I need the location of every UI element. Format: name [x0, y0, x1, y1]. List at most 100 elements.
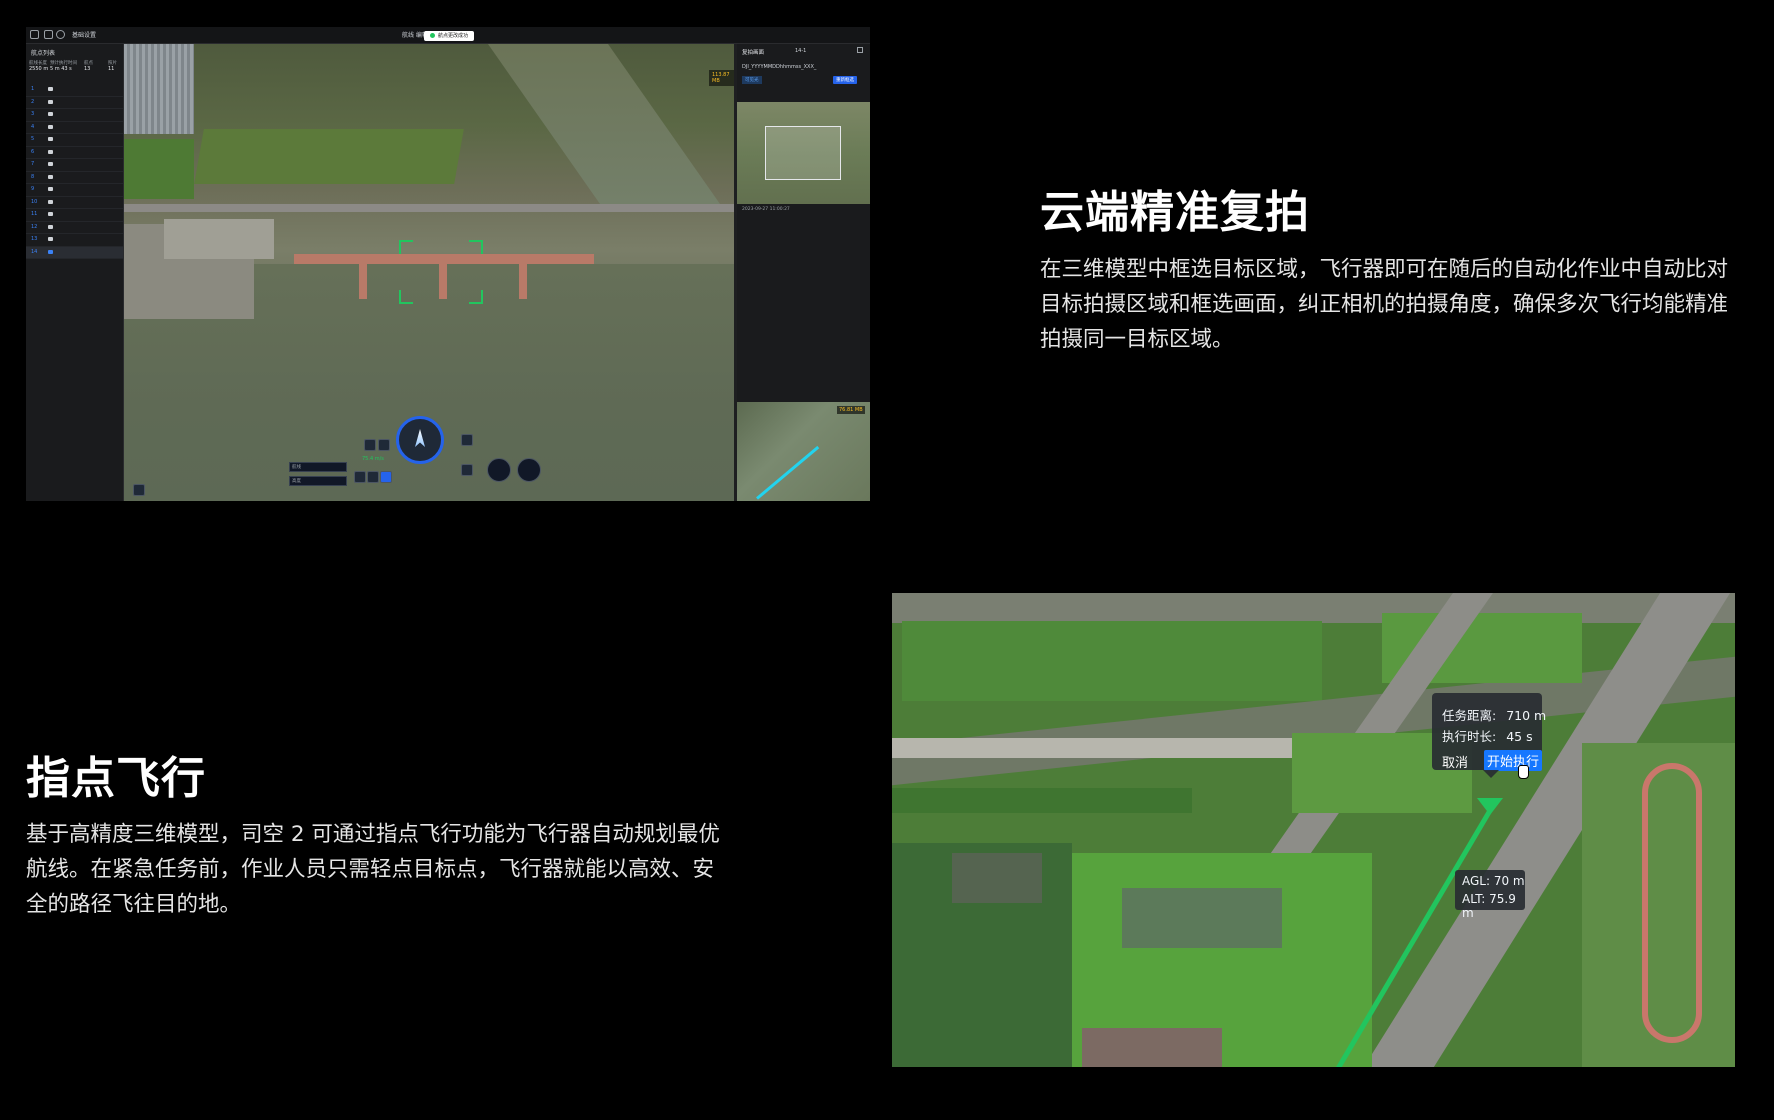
- selection-corner[interactable]: [399, 240, 413, 254]
- task-popup: 任务距离: 710 m 执行时长: 45 s 取消 开始执行: [1432, 693, 1546, 771]
- height-select[interactable]: 高度: [289, 476, 347, 486]
- panel-title: 复拍画面: [742, 50, 765, 56]
- c-key[interactable]: [461, 434, 473, 446]
- building: [124, 44, 194, 134]
- save-icon[interactable]: [44, 30, 53, 39]
- camera-action-icon: [48, 149, 53, 154]
- shield-icon[interactable]: [378, 439, 390, 451]
- camera-action-icon: [48, 124, 53, 129]
- altitude-tag: AGL: 70 m ALT: 75.9 m: [1455, 870, 1525, 920]
- embankment: [892, 738, 1302, 758]
- waypoint-number: 10: [31, 198, 38, 205]
- waypoint-number: 5: [31, 136, 35, 142]
- w-key[interactable]: [367, 471, 379, 483]
- waypoint-number: 4: [31, 123, 35, 130]
- roll-gauge: [517, 458, 541, 482]
- waypoint-row[interactable]: 9: [26, 184, 123, 197]
- stat-1: 预计执行时间 5 m 43 s: [50, 61, 77, 72]
- top-toolbar: 基础设置 航线 编辑 (3D) 模拟 航点更改成功: [26, 27, 870, 44]
- mini-map[interactable]: 76.81 MB: [737, 402, 870, 501]
- stat-0: 航线长度 2550 m: [29, 61, 49, 72]
- camera-action-icon: [48, 112, 53, 116]
- waypoint-row[interactable]: 10: [26, 197, 123, 209]
- route-select[interactable]: 航线: [289, 462, 347, 472]
- pond: [1122, 888, 1282, 948]
- building: [164, 219, 274, 259]
- hand-cursor-icon: [1518, 765, 1529, 779]
- camera-action-icon: [48, 199, 53, 204]
- camera-action-icon: [48, 174, 53, 179]
- target-frame[interactable]: [765, 126, 841, 180]
- pen-icon[interactable]: [364, 439, 376, 451]
- waypoint-number: 13: [31, 236, 38, 242]
- feature-title-recapture: 云端精准复拍: [1040, 187, 1310, 238]
- camera-action-icon: [48, 187, 53, 191]
- map-screenshot-point-flight[interactable]: 任务距离: 710 m 执行时长: 45 s 取消 开始执行 AGL: 70 m A…: [892, 593, 1735, 1067]
- pin-icon[interactable]: [857, 47, 863, 53]
- 3d-model-view[interactable]: 113.87 MB 航线 高度 75.4 m/s: [124, 44, 734, 501]
- photo-timestamp: 2023-09-27 11:00:27: [742, 207, 790, 212]
- target-point-icon[interactable]: [1477, 798, 1503, 815]
- heading-arrow-icon: [415, 429, 425, 447]
- lens-badge: 可见光: [742, 76, 762, 84]
- waypoint-row[interactable]: 7: [26, 159, 123, 172]
- waypoint-row[interactable]: 11: [26, 209, 123, 222]
- photo-preview: [737, 102, 870, 204]
- start-button[interactable]: 开始执行: [1484, 750, 1542, 771]
- waypoint-list: 1 2 3 4 5 6 7 8 9 10 11 12 13 14: [26, 84, 123, 259]
- camera-action-icon: [48, 224, 53, 229]
- info-icon[interactable]: [56, 30, 65, 39]
- waypoint-row[interactable]: 6: [26, 147, 123, 159]
- waypoint-row[interactable]: 13: [26, 234, 123, 247]
- camera-action-icon: [48, 87, 53, 91]
- waypoint-row[interactable]: 2: [26, 97, 123, 109]
- speed-readout: 75.4 m/s: [362, 456, 384, 462]
- fullscreen-icon[interactable]: [133, 484, 145, 496]
- success-icon: [430, 33, 435, 38]
- pier: [439, 259, 447, 299]
- road: [892, 593, 1735, 623]
- field: [124, 139, 194, 199]
- camera-action-icon: [48, 162, 53, 166]
- road: [124, 204, 734, 212]
- agl-readout: AGL: 70 m: [1462, 874, 1525, 888]
- z-key[interactable]: [461, 464, 473, 476]
- pitch-gauge: [487, 458, 511, 482]
- waypoint-row[interactable]: 12: [26, 222, 123, 234]
- storage-readout: 113.87 MB: [709, 70, 734, 86]
- waypoint-row[interactable]: 8: [26, 172, 123, 184]
- waypoint-row[interactable]: 14: [26, 246, 123, 259]
- settings-label[interactable]: 基础设置: [72, 30, 96, 39]
- alt-readout: ALT: 75.9 m: [1462, 892, 1516, 920]
- canal: [487, 44, 721, 204]
- app-screenshot-recapture: 基础设置 航线 编辑 (3D) 模拟 航点更改成功 航点列表 航线长度2550 …: [26, 27, 870, 501]
- camera-action-icon: [48, 99, 53, 104]
- selection-corner[interactable]: [469, 240, 483, 254]
- waypoint-row[interactable]: 3: [26, 109, 123, 122]
- e-key[interactable]: [380, 471, 392, 483]
- tree-line: [892, 788, 1192, 813]
- feature-description-point-flight: 基于高精度三维模型，司空 2 可通过指点飞行功能为飞行器自动规划最优航线。在紧急…: [26, 822, 720, 917]
- back-icon[interactable]: [30, 30, 39, 39]
- success-toast: 航点更改成功: [424, 31, 475, 41]
- feature-title-point-flight: 指点飞行: [26, 753, 206, 804]
- distance-row: 任务距离: 710 m: [1442, 708, 1547, 723]
- photo-counter[interactable]: 14-1: [795, 48, 806, 54]
- waypoint-row[interactable]: 5: [26, 134, 123, 147]
- waypoint-row[interactable]: 1: [26, 84, 123, 97]
- selection-corner[interactable]: [469, 290, 483, 304]
- q-key[interactable]: [354, 471, 366, 483]
- waypoint-number: 9: [31, 186, 35, 192]
- pond: [952, 853, 1042, 903]
- camera-action-icon: [48, 249, 53, 254]
- selection-corner[interactable]: [399, 290, 413, 304]
- stat-3: 照片 11: [108, 61, 117, 72]
- storage-readout: 76.81 MB: [837, 406, 865, 414]
- waypoint-panel: 航点列表 航线长度 2550 m 预计执行时间 5 m 43 s 航点 13 照片 11…: [26, 44, 124, 501]
- waypoint-row[interactable]: 4: [26, 122, 123, 134]
- cancel-button[interactable]: 取消: [1442, 752, 1468, 771]
- panel-title: 航点列表: [31, 50, 56, 57]
- reselect-button[interactable]: 重新框选: [833, 76, 857, 84]
- route-line: [756, 445, 820, 500]
- stat-2: 航点 13: [84, 61, 93, 72]
